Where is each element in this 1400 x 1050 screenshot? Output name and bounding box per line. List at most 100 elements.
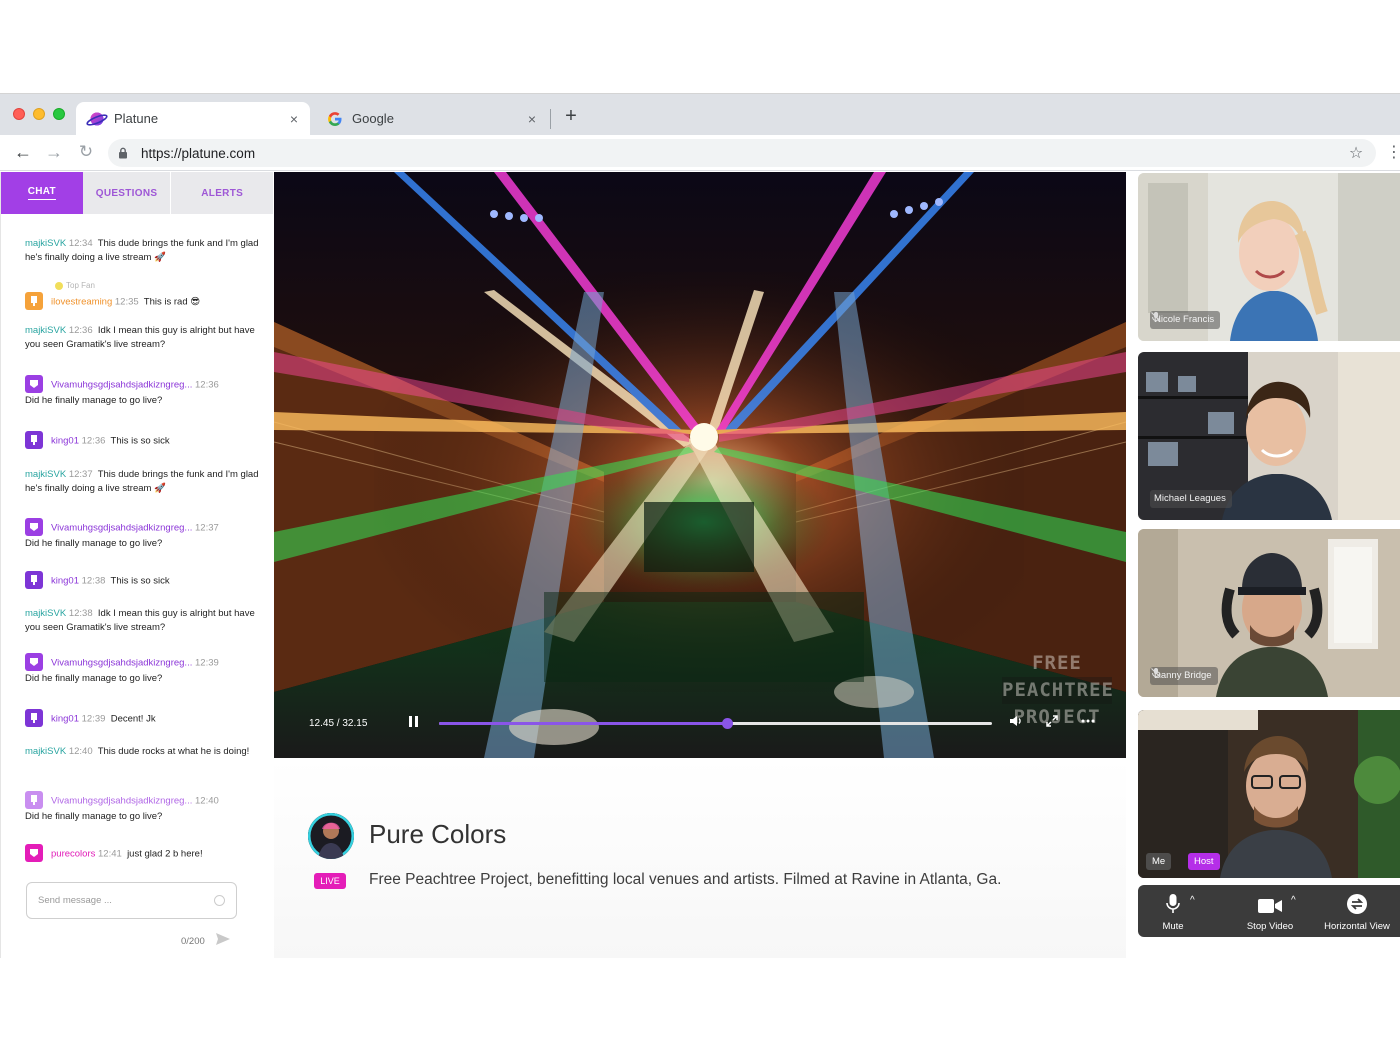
- participant-name: Nicole Francis: [1154, 314, 1215, 325]
- video-time: 12.45 / 32.15: [309, 718, 368, 729]
- message-input[interactable]: Send message ...: [26, 882, 237, 919]
- chat-username[interactable]: majkiSVK: [25, 238, 66, 249]
- chat-username[interactable]: Vivamuhgsgdjsahdsjadkizngreg...: [51, 796, 192, 807]
- participant-video: [1138, 710, 1400, 878]
- chat-username[interactable]: king01: [51, 436, 79, 447]
- new-tab-button[interactable]: +: [558, 103, 584, 129]
- volume-icon[interactable]: [1008, 714, 1024, 730]
- chat-username[interactable]: purecolors: [51, 849, 95, 860]
- watermark-line: FREE: [1032, 652, 1082, 674]
- message-input-placeholder: Send message ...: [38, 895, 112, 906]
- participant-tile[interactable]: Danny Bridge: [1138, 529, 1400, 697]
- chat-username[interactable]: king01: [51, 576, 79, 587]
- chat-username[interactable]: Vivamuhgsgdjsahdsjadkizngreg...: [51, 523, 192, 534]
- participant-tile-self[interactable]: Me Host: [1138, 710, 1400, 878]
- chat-text: Did he finally manage to go live?: [25, 811, 163, 822]
- send-icon[interactable]: [215, 932, 231, 951]
- emoji-icon[interactable]: [214, 895, 225, 906]
- chat-timestamp: 12:37: [68, 469, 93, 480]
- bookmark-star-icon[interactable]: ☆: [1344, 143, 1368, 163]
- badge-icon: [25, 709, 43, 727]
- chat-message: king01 12:36 This is so sick: [25, 431, 265, 450]
- participant-tile[interactable]: Michael Leagues: [1138, 352, 1400, 520]
- close-tab-icon[interactable]: ×: [284, 111, 304, 127]
- chat-username[interactable]: Vivamuhgsgdjsahdsjadkizngreg...: [51, 380, 192, 391]
- chat-text: This is so sick: [110, 575, 170, 587]
- badge-icon: [25, 791, 43, 809]
- horizontal-view-button[interactable]: Horizontal View: [1318, 885, 1396, 937]
- badge-icon: [25, 431, 43, 449]
- browser-window: Platune × Google × + ← → ↻ https://platu…: [0, 93, 1400, 958]
- close-tab-icon[interactable]: ×: [522, 111, 542, 127]
- chat-username[interactable]: majkiSVK: [25, 608, 66, 619]
- stream-description: Free Peachtree Project, benefitting loca…: [369, 871, 1002, 888]
- stream-title: Pure Colors: [369, 819, 507, 849]
- chat-text: Did he finally manage to go live?: [25, 395, 163, 406]
- video-options-caret[interactable]: ^: [1291, 895, 1296, 906]
- chat-username[interactable]: majkiSVK: [25, 746, 66, 757]
- call-controls: Mute ^ Stop Video ^ Horizontal View: [1138, 885, 1400, 937]
- chat-message: majkiSVK 12:40 This dude rocks at what h…: [25, 745, 265, 759]
- browser-toolbar: ← → ↻ https://platune.com ☆ ⋮: [0, 135, 1400, 171]
- chat-timestamp: 12:39: [195, 657, 219, 669]
- address-bar[interactable]: https://platune.com ☆: [108, 139, 1376, 167]
- tab-questions[interactable]: QUESTIONS: [83, 172, 172, 214]
- chat-username[interactable]: majkiSVK: [25, 469, 66, 480]
- forward-arrow-icon[interactable]: →: [43, 141, 65, 163]
- chat-message: king01 12:38 This is so sick: [25, 571, 265, 590]
- chat-username[interactable]: Vivamuhgsgdjsahdsjadkizngreg...: [51, 658, 192, 669]
- chat-message: Vivamuhgsgdjsahdsjadkizngreg... 12:37 Di…: [25, 518, 265, 551]
- badge-icon: [25, 844, 43, 862]
- tab-alerts[interactable]: ALERTS: [171, 172, 273, 214]
- stop-video-button[interactable]: Stop Video: [1238, 885, 1302, 937]
- pause-icon[interactable]: [408, 716, 420, 728]
- chat-timestamp: 12:35: [114, 296, 139, 308]
- browser-menu-icon[interactable]: ⋮: [1386, 143, 1400, 163]
- tab-platune[interactable]: Platune ×: [76, 102, 310, 135]
- badge-icon: [25, 292, 43, 310]
- mute-button[interactable]: Mute: [1152, 885, 1194, 937]
- chat-text: This is rad 😎: [143, 296, 201, 308]
- chat-tabs: CHAT QUESTIONS ALERTS: [1, 172, 273, 214]
- mute-options-caret[interactable]: ^: [1190, 895, 1195, 906]
- badge-icon: [25, 571, 43, 589]
- char-counter: 0/200: [181, 936, 205, 947]
- participant-name-label: Danny Bridge: [1150, 667, 1218, 685]
- badge-icon: [25, 518, 43, 536]
- video-scrubber-handle[interactable]: [721, 718, 733, 729]
- streamer-avatar[interactable]: [308, 813, 354, 859]
- fullscreen-icon[interactable]: [1044, 714, 1060, 730]
- tab-divider: [550, 109, 551, 129]
- lock-icon: [118, 147, 132, 159]
- top-fan-icon: [55, 281, 63, 290]
- chat-timestamp: 12:37: [195, 522, 219, 534]
- close-window-button[interactable]: [13, 108, 25, 120]
- chat-timestamp: 12:41: [98, 848, 122, 860]
- chat-text: This is so sick: [110, 435, 170, 447]
- planet-icon: [86, 110, 108, 128]
- horizontal-view-label: Horizontal View: [1324, 921, 1390, 932]
- participant-tile[interactable]: Nicole Francis: [1138, 173, 1400, 341]
- chat-username[interactable]: king01: [51, 714, 79, 725]
- participant-name-label: Nicole Francis: [1150, 311, 1221, 329]
- maximize-window-button[interactable]: [53, 108, 65, 120]
- participant-name: Danny Bridge: [1154, 670, 1212, 681]
- minimize-window-button[interactable]: [33, 108, 45, 120]
- chat-username[interactable]: majkiSVK: [25, 325, 66, 336]
- tab-chat[interactable]: CHAT: [1, 172, 83, 214]
- host-badge: Host: [1188, 853, 1220, 870]
- chat-text: Did he finally manage to go live?: [25, 673, 163, 684]
- more-options-icon[interactable]: [1080, 714, 1096, 730]
- chat-timestamp: 12:39: [81, 713, 106, 725]
- chat-timestamp: 12:36: [68, 325, 93, 336]
- swap-view-icon: [1318, 885, 1396, 915]
- tab-google[interactable]: Google ×: [314, 102, 548, 135]
- chat-message: purecolors 12:41 just glad 2 b here!: [25, 844, 265, 863]
- video-progress-bar[interactable]: [439, 718, 992, 729]
- video-player[interactable]: FREE PEACHTREE PROJECT 12.45 / 32.15: [274, 172, 1126, 758]
- chat-username[interactable]: ilovestreaming: [51, 297, 112, 308]
- muted-mic-icon: [1151, 312, 1161, 322]
- reload-icon[interactable]: ↻: [75, 141, 97, 163]
- back-arrow-icon[interactable]: ←: [12, 141, 34, 163]
- chat-timestamp: 12:38: [81, 575, 106, 587]
